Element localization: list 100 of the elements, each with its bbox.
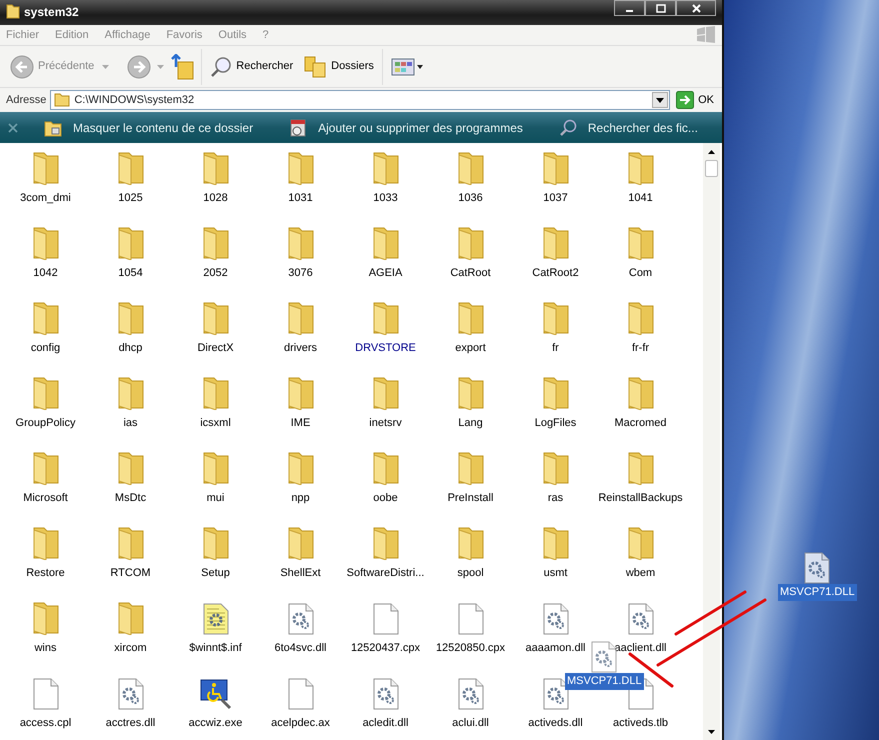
file-name[interactable]: 1036 — [458, 190, 483, 206]
file-name[interactable]: Com — [628, 265, 652, 282]
file-name[interactable]: 3076 — [288, 265, 313, 282]
file-name[interactable]: 1042 — [33, 265, 58, 282]
file-name[interactable]: npp — [291, 490, 310, 506]
file-name[interactable]: IME — [290, 415, 310, 432]
file-name[interactable]: 2052 — [203, 265, 228, 282]
folder-icon — [626, 226, 654, 260]
folder-icon — [32, 601, 60, 635]
gear-file-icon — [458, 678, 484, 710]
file-name[interactable]: 1025 — [118, 190, 143, 206]
folder-icon — [202, 526, 230, 560]
file-name[interactable]: oobe — [373, 490, 398, 506]
folders-button[interactable]: Dossiers — [301, 52, 376, 80]
file-name[interactable]: Macromed — [614, 415, 666, 432]
file-name[interactable]: RTCOM — [110, 565, 151, 582]
file-name[interactable]: wbem — [626, 565, 656, 582]
file-name[interactable]: acelpdec.ax — [271, 715, 330, 732]
file-name[interactable]: drivers — [284, 340, 317, 356]
caret-icon — [708, 150, 715, 154]
file-name[interactable]: 12520437.cpx — [350, 640, 420, 656]
file-name[interactable]: 12520850.cpx — [436, 640, 506, 656]
file-name[interactable]: Setup — [201, 565, 230, 582]
task-link[interactable]: Ajouter ou supprimer des programmes — [289, 118, 523, 138]
file-name[interactable]: access.cpl — [20, 715, 72, 732]
folder-icon — [286, 301, 314, 335]
file-name[interactable]: CatRoot2 — [532, 265, 579, 282]
file-name[interactable]: icsxml — [200, 415, 231, 432]
file-name[interactable]: export — [455, 340, 486, 356]
file-name[interactable]: aclui.dll — [452, 715, 489, 732]
file-name[interactable]: ras — [548, 490, 564, 506]
task-link[interactable]: Masquer le contenu de ce dossier — [44, 118, 254, 136]
file-name[interactable]: ias — [123, 415, 138, 432]
file-name[interactable]: DirectX — [197, 340, 234, 356]
file-name[interactable]: fr-fr — [632, 340, 650, 356]
file-name[interactable]: dhcp — [118, 340, 142, 356]
file-name[interactable]: Lang — [458, 415, 483, 432]
desktop-file-name[interactable]: MSVCP71.DLL — [778, 584, 857, 600]
file-name[interactable]: acctres.dll — [106, 715, 156, 732]
file-name[interactable]: 3com_dmi — [20, 190, 71, 206]
scroll-thumb[interactable] — [705, 160, 718, 177]
windows-flag-icon — [694, 25, 716, 45]
file-name[interactable]: MsDtc — [114, 490, 146, 506]
file-name[interactable]: aaclient.dll — [614, 640, 666, 656]
folder-icon — [202, 376, 230, 410]
file-name[interactable]: PreInstall — [448, 490, 494, 506]
folder-up-icon[interactable] — [171, 54, 196, 80]
close-icon[interactable] — [8, 122, 18, 132]
close-button[interactable] — [676, 0, 716, 16]
go-button[interactable]: OK — [674, 89, 716, 111]
maximize-button[interactable] — [645, 0, 676, 16]
file-name[interactable]: mui — [206, 490, 224, 506]
file-name[interactable]: xircom — [114, 640, 147, 656]
file-name[interactable]: ShellExt — [280, 565, 321, 582]
file-name[interactable]: SoftwareDistri... — [346, 565, 424, 582]
folder-icon — [286, 226, 314, 260]
dropdown-button[interactable] — [652, 92, 668, 108]
file-name[interactable]: 1054 — [118, 265, 143, 282]
file-name[interactable]: fr — [552, 340, 559, 356]
minimize-button[interactable] — [614, 0, 645, 16]
file-name[interactable]: CatRoot — [450, 265, 491, 282]
folder-icon — [32, 301, 60, 335]
file-name[interactable]: acledit.dll — [362, 715, 408, 732]
search-button[interactable]: Rechercher — [208, 54, 296, 80]
folder-icon — [116, 226, 144, 260]
file-name[interactable]: activeds.tlb — [612, 715, 668, 732]
file-name[interactable]: 1028 — [203, 190, 228, 206]
file-name[interactable]: accwiz.exe — [188, 715, 242, 732]
file-name[interactable]: 1031 — [288, 190, 313, 206]
file-name[interactable]: aaaamon.dll — [526, 640, 586, 656]
file-name[interactable]: 1037 — [543, 190, 568, 206]
file-name[interactable]: 1041 — [628, 190, 653, 206]
file-name[interactable]: GroupPolicy — [16, 415, 76, 432]
file-name[interactable]: spool — [457, 565, 484, 582]
file-name[interactable]: DRVSTORE — [355, 340, 416, 356]
file-name[interactable]: usmt — [544, 565, 568, 582]
file-name[interactable]: $winnt$.inf — [189, 640, 242, 656]
file-name[interactable]: AGEIA — [368, 265, 402, 282]
address-field[interactable]: C:\WINDOWS\system32 — [50, 90, 670, 110]
file-name[interactable]: Restore — [26, 565, 65, 582]
search-icon — [558, 118, 577, 136]
folder-icon — [542, 526, 570, 560]
folder-icon — [32, 226, 60, 260]
scrollbar[interactable] — [703, 143, 720, 740]
dragged-file-name[interactable]: MSVCP71.DLL — [565, 673, 644, 690]
close-icon — [692, 4, 700, 12]
file-name[interactable]: Microsoft — [23, 490, 68, 506]
folder-icon — [116, 451, 144, 485]
file-name[interactable]: config — [30, 340, 60, 356]
file-name[interactable]: wins — [34, 640, 56, 656]
folder-icon — [456, 301, 484, 335]
file-name[interactable]: LogFiles — [534, 415, 576, 432]
task-link[interactable]: Rechercher des fic... — [558, 118, 698, 136]
file-name[interactable]: activeds.dll — [528, 715, 583, 732]
file-name[interactable]: inetsrv — [369, 415, 402, 432]
views-button[interactable] — [388, 56, 425, 78]
file-name[interactable]: ReinstallBackups — [598, 490, 683, 506]
file-name[interactable]: 6to4svc.dll — [274, 640, 326, 656]
folder-icon — [286, 451, 314, 485]
file-name[interactable]: 1033 — [373, 190, 398, 206]
